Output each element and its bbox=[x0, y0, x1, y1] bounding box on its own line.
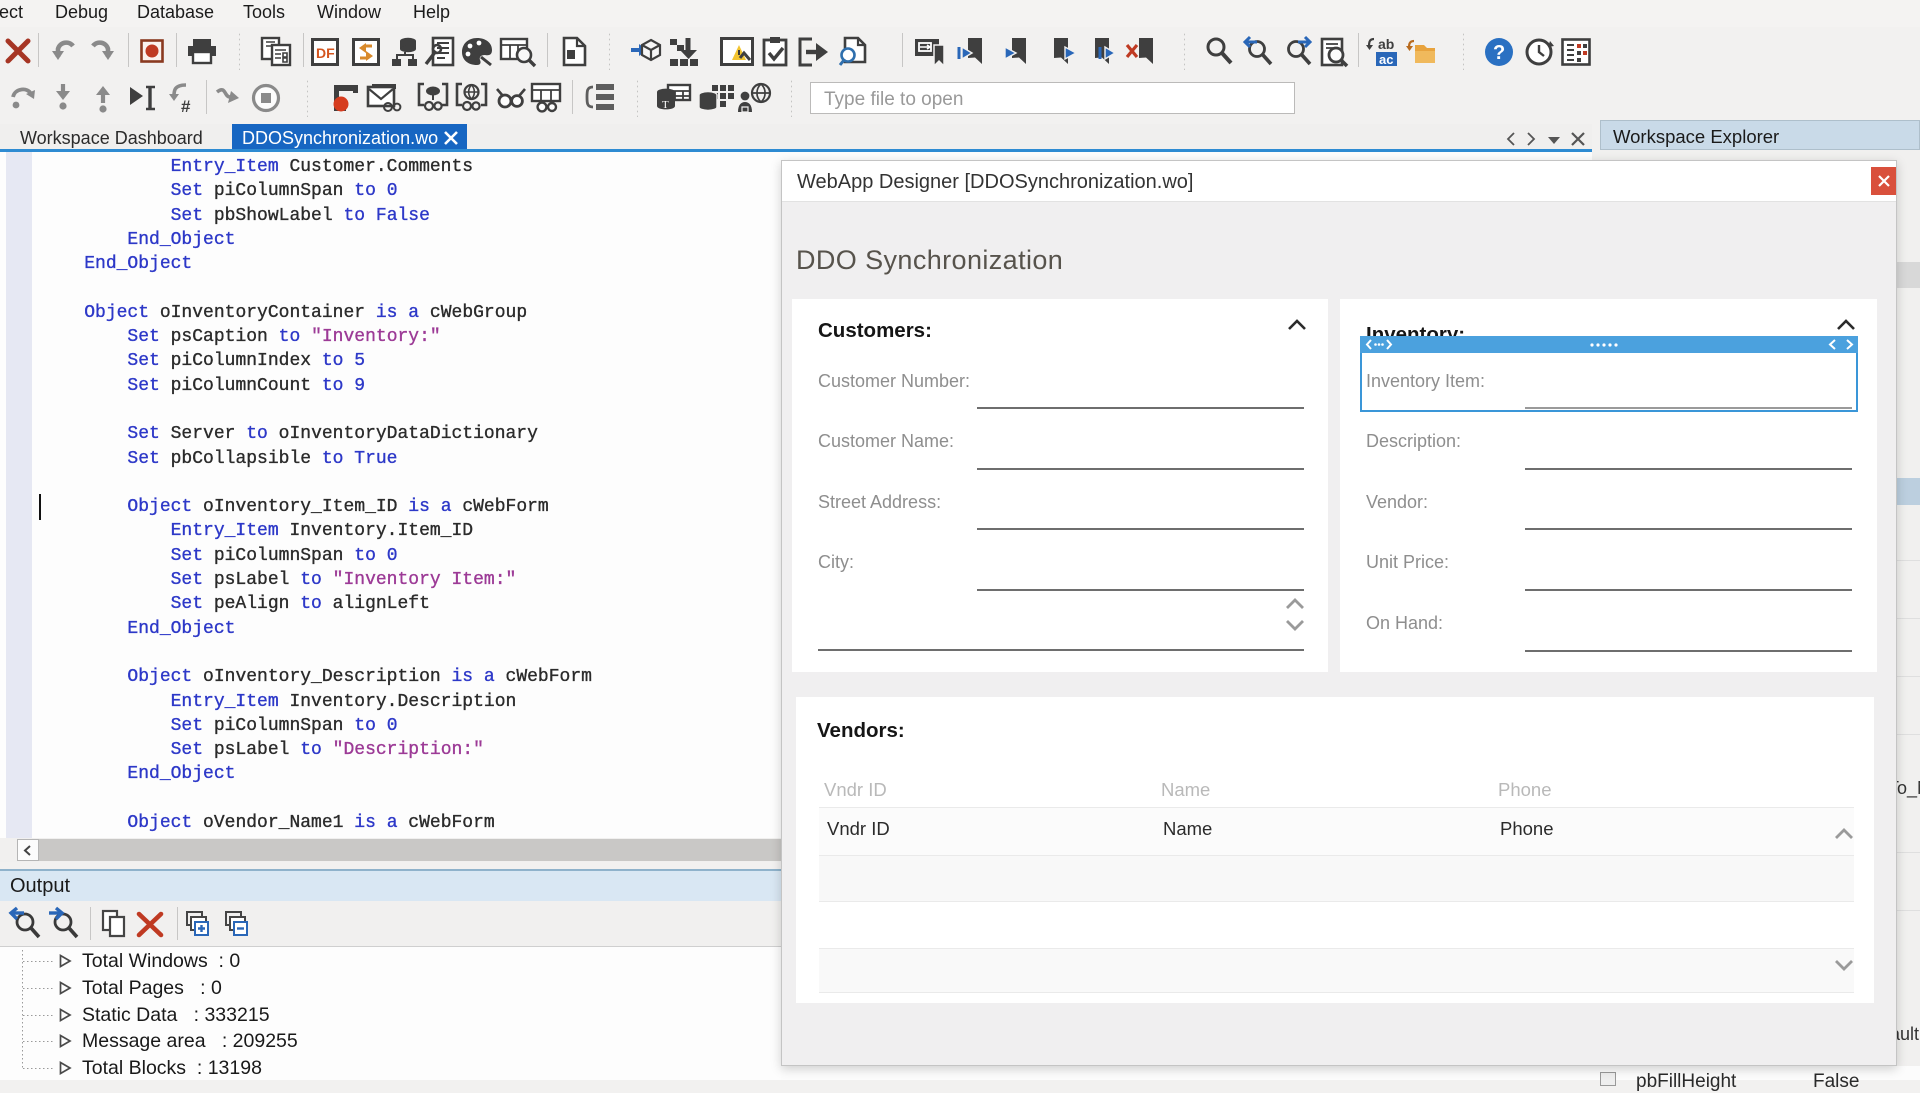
svg-text:T: T bbox=[662, 99, 669, 111]
svg-text:ab: ab bbox=[1378, 36, 1394, 52]
svg-text:?: ? bbox=[1493, 42, 1505, 64]
svg-text:#: # bbox=[181, 97, 191, 116]
svg-text:DF: DF bbox=[316, 45, 335, 61]
svg-text:ac: ac bbox=[1379, 52, 1393, 67]
